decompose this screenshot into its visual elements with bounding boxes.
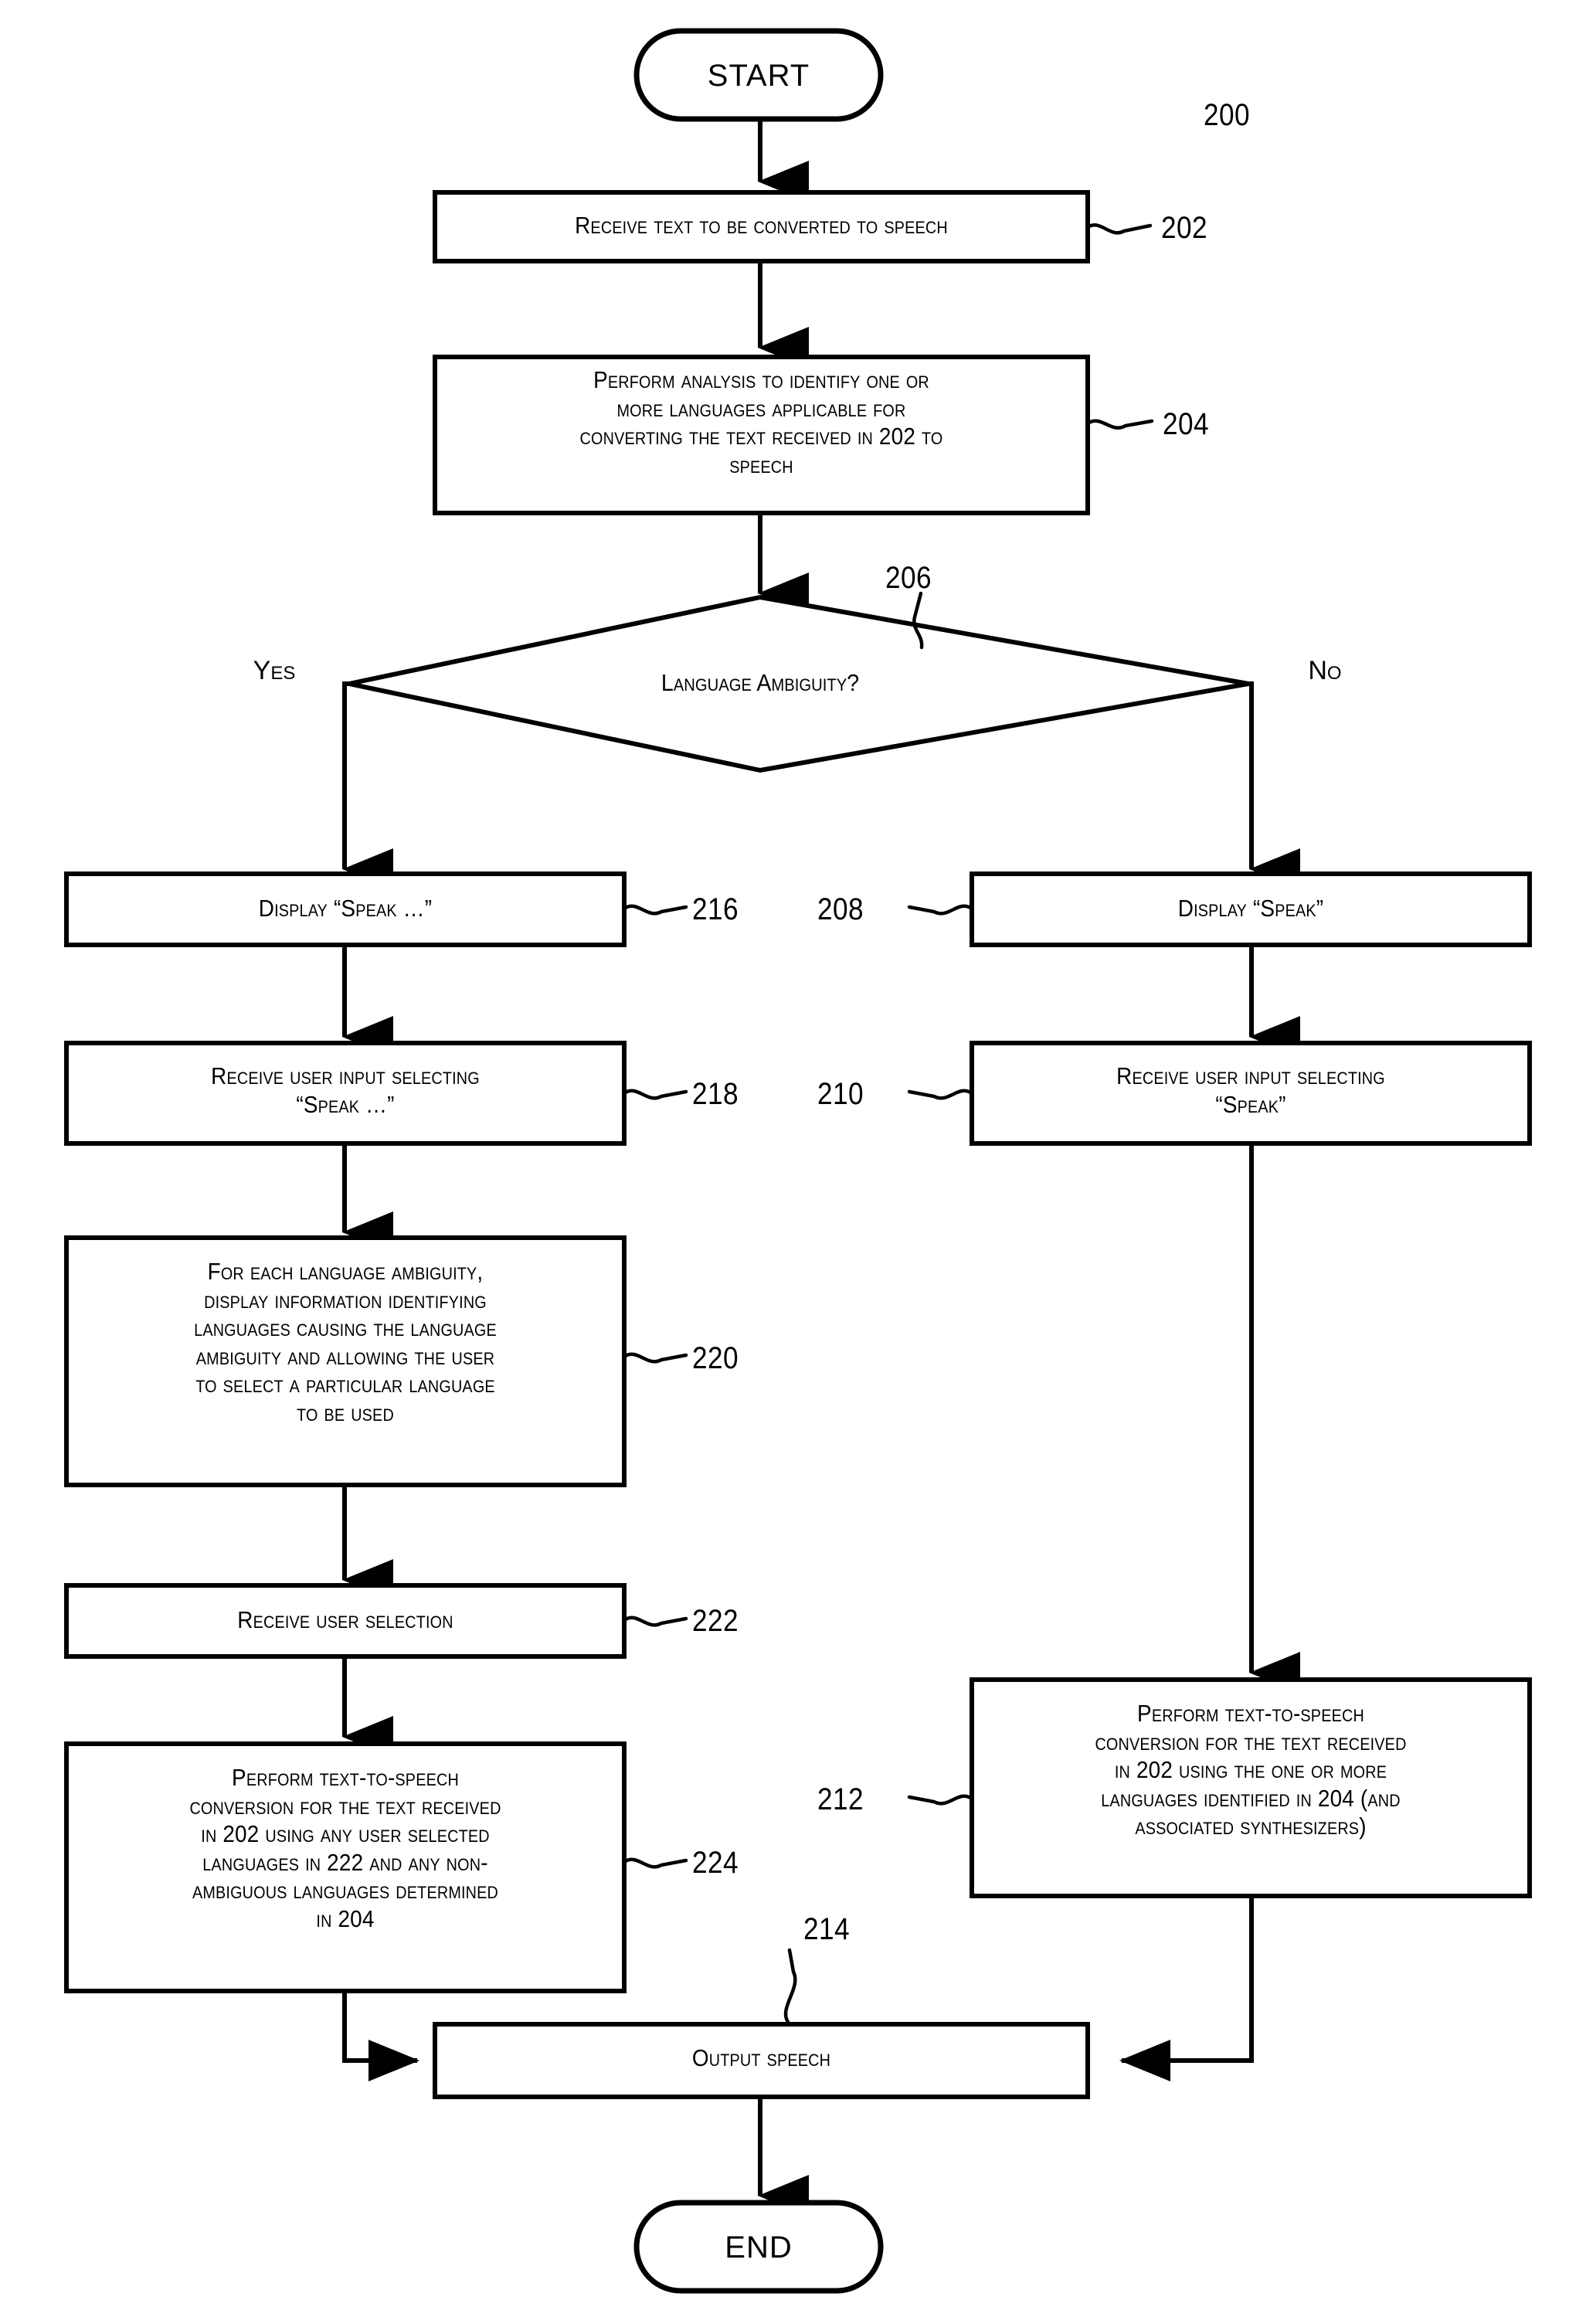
leader-218 (622, 1089, 688, 1100)
step-224-shape (64, 1741, 627, 1993)
leader-222 (622, 1616, 688, 1627)
leader-210 (907, 1089, 974, 1100)
figure-canvas: START 200 Receive text to be converted t… (0, 0, 1569, 2324)
leader-216 (622, 904, 688, 916)
step-222-shape (64, 1583, 627, 1659)
leader-214 (783, 1948, 797, 2027)
step-216-shape (64, 872, 627, 947)
leader-208 (907, 904, 974, 916)
decision-206-shape (348, 594, 1249, 773)
leader-224 (622, 1857, 688, 1869)
start-terminator-shape (633, 28, 884, 122)
step-212-shape (970, 1677, 1532, 1898)
end-terminator-shape (633, 2200, 884, 2294)
step-202-shape (433, 190, 1090, 263)
step-210-shape (970, 1041, 1532, 1146)
leader-220 (622, 1352, 688, 1364)
step-220-shape (64, 1235, 627, 1487)
connector-206-yes (342, 681, 393, 890)
step-218-shape (64, 1041, 627, 1146)
flowchart-graphics (64, 28, 1532, 2294)
step-214-shape (433, 2022, 1090, 2099)
step-204-shape (433, 355, 1090, 515)
leader-212 (907, 1794, 974, 1806)
leader-204 (1085, 419, 1154, 430)
leader-202 (1085, 223, 1153, 235)
connector-212-to-214 (1119, 1896, 1254, 2081)
connector-224-to-214 (342, 1991, 419, 2081)
step-208-shape (970, 872, 1532, 947)
connector-206-no (1248, 681, 1300, 890)
